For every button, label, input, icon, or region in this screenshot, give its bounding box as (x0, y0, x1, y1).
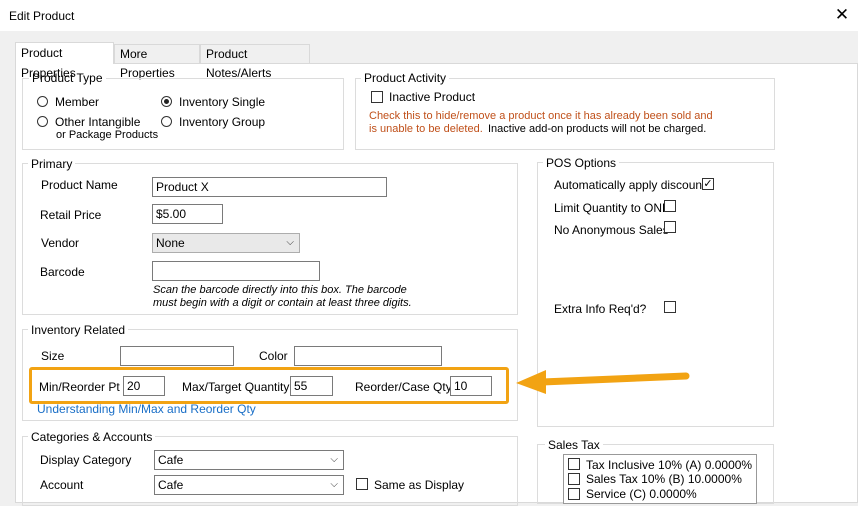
min-max-help-link[interactable]: Understanding Min/Max and Reorder Qty (37, 402, 256, 416)
inventory-title: Inventory Related (28, 323, 129, 337)
checkmark-icon: ✓ (703, 178, 713, 190)
vendor-select[interactable]: None ⌵ (152, 233, 300, 253)
barcode-input[interactable] (152, 261, 320, 281)
retail-price-input[interactable]: $5.00 (152, 204, 223, 224)
highlight-box (29, 367, 509, 404)
inactive-warning-line2: is unable to be deleted. (369, 123, 483, 135)
service-c-label: Service (C) 0.0000% (586, 487, 697, 501)
inactive-product-checkbox[interactable] (371, 91, 383, 103)
no-anonymous-checkbox[interactable] (664, 221, 676, 233)
extra-info-label: Extra Info Req'd? (554, 302, 647, 316)
vendor-label: Vendor (41, 236, 80, 250)
display-category-value: Cafe (158, 453, 184, 467)
sales-tax-b-label: Sales Tax 10% (B) 10.0000% (586, 472, 742, 486)
chevron-down-icon: ⌵ (330, 454, 338, 465)
radio-inventory-group-label: Inventory Group (179, 115, 266, 129)
sales-tax-b-checkbox[interactable] (568, 473, 580, 485)
radio-inventory-group[interactable] (161, 116, 172, 127)
same-as-display-checkbox[interactable] (356, 478, 368, 490)
product-name-label: Product Name (41, 178, 118, 192)
inactive-warning-line1: Check this to hide/remove a product once… (369, 110, 713, 122)
radio-member-label: Member (55, 95, 100, 109)
tax-inclusive-label: Tax Inclusive 10% (A) 0.0000% (586, 458, 753, 472)
size-input[interactable] (120, 346, 234, 366)
extra-info-checkbox[interactable] (664, 301, 676, 313)
tab-more-properties[interactable]: More Properties (114, 44, 200, 80)
vendor-select-value: None (156, 236, 185, 250)
inactive-addon-note: Inactive add-on products will not be cha… (488, 123, 707, 135)
categories-group (22, 436, 518, 506)
color-input[interactable] (294, 346, 442, 366)
same-as-display-label: Same as Display (374, 478, 465, 492)
account-select[interactable]: Cafe ⌵ (154, 475, 344, 495)
limit-quantity-label: Limit Quantity to ONE (554, 201, 671, 215)
radio-other-intangible[interactable] (37, 116, 48, 127)
radio-inventory-single[interactable] (161, 96, 172, 107)
auto-discount-label: Automatically apply discounts (554, 178, 712, 192)
radio-other-intangible-label: Other Intangible (55, 115, 141, 129)
radio-other-intangible-sublabel: or Package Products (56, 129, 159, 141)
chevron-down-icon: ⌵ (330, 479, 338, 490)
chevron-down-icon: ⌵ (286, 237, 294, 248)
display-category-select[interactable]: Cafe ⌵ (154, 450, 344, 470)
account-label: Account (40, 478, 84, 492)
radio-inventory-single-label: Inventory Single (179, 95, 266, 109)
product-name-input[interactable]: Product X (152, 177, 387, 197)
title-bar (0, 0, 858, 31)
sales-tax-title: Sales Tax (545, 438, 603, 452)
product-activity-title: Product Activity (361, 71, 450, 85)
barcode-label: Barcode (40, 265, 85, 279)
tab-product-notes-alerts[interactable]: Product Notes/Alerts (200, 44, 310, 80)
tab-product-properties[interactable]: Product Properties (15, 42, 114, 80)
window-title: Edit Product (9, 9, 75, 23)
display-category-label: Display Category (40, 453, 132, 467)
radio-member[interactable] (37, 96, 48, 107)
no-anonymous-label: No Anonymous Sales (554, 223, 669, 237)
tax-inclusive-checkbox[interactable] (568, 458, 580, 470)
account-value: Cafe (158, 478, 184, 492)
arrow-icon (516, 370, 690, 394)
auto-discount-checkbox[interactable]: ✓ (702, 178, 714, 190)
limit-quantity-checkbox[interactable] (664, 200, 676, 212)
close-icon[interactable]: ✕ (832, 5, 852, 25)
size-label: Size (41, 349, 65, 363)
color-label: Color (259, 349, 288, 363)
barcode-note-line2: must begin with a digit or contain at le… (153, 297, 412, 309)
retail-price-label: Retail Price (40, 208, 102, 222)
pos-options-title: POS Options (543, 156, 620, 170)
primary-title: Primary (28, 157, 76, 171)
service-c-checkbox[interactable] (568, 488, 580, 500)
inactive-product-label: Inactive Product (389, 90, 476, 104)
categories-title: Categories & Accounts (28, 430, 156, 444)
barcode-note-line1: Scan the barcode directly into this box.… (153, 284, 407, 296)
